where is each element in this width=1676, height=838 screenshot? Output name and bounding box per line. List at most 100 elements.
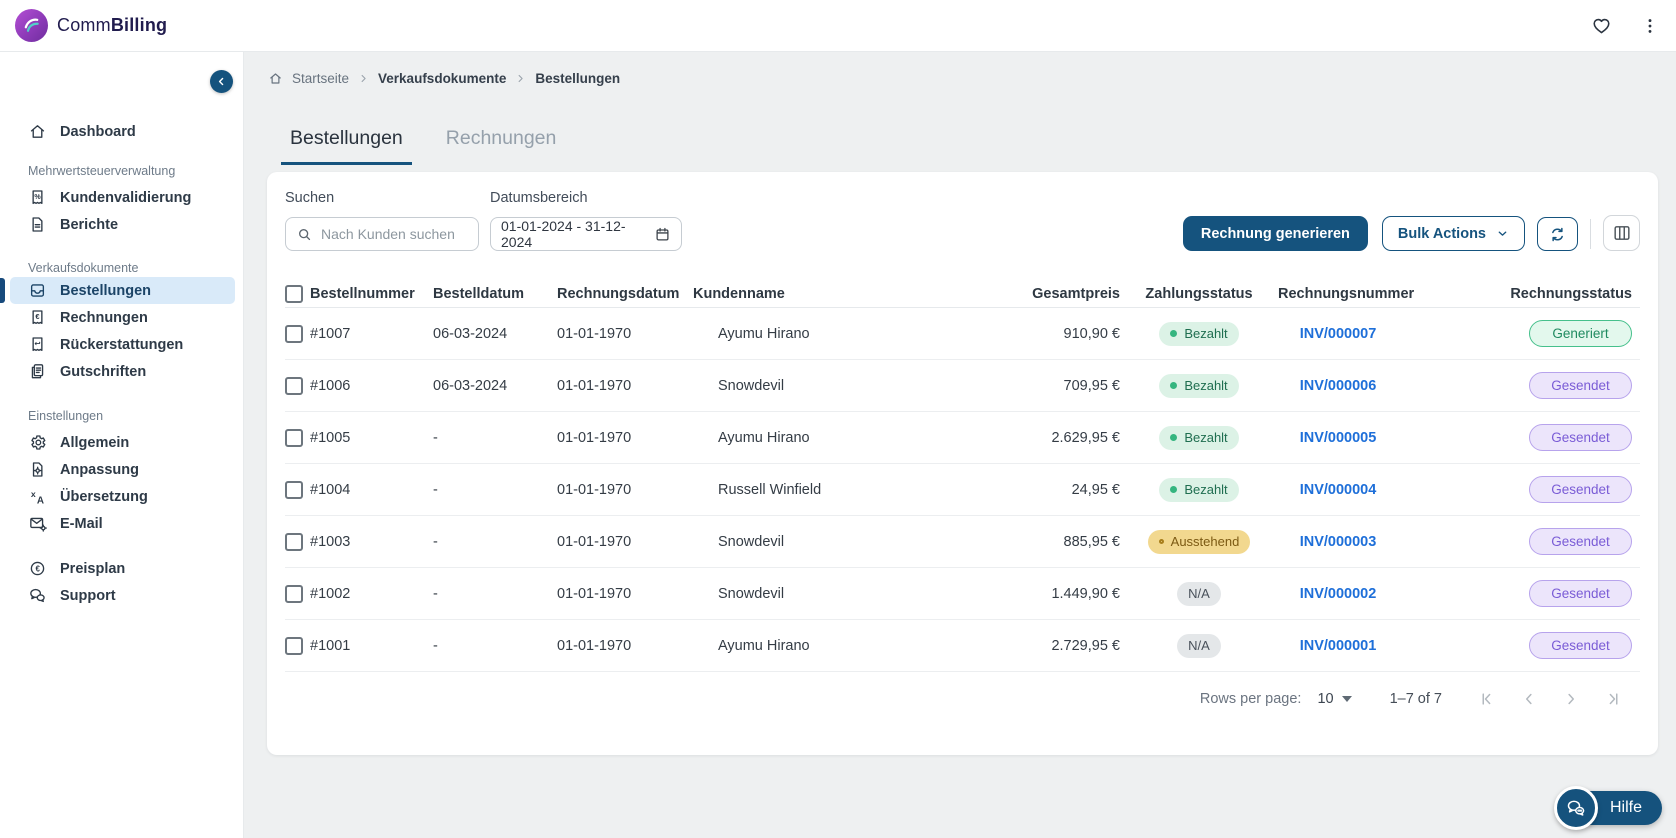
search-input[interactable] <box>321 226 468 242</box>
refresh-button[interactable] <box>1537 217 1578 251</box>
receipt-refund-icon: ↩ <box>28 335 47 354</box>
invoice-link[interactable]: INV/000005 <box>1300 430 1377 446</box>
last-page-button[interactable] <box>1604 690 1622 708</box>
sidebar-item-anpassung[interactable]: Anpassung <box>0 456 243 483</box>
invoice-status-badge: Generiert <box>1529 320 1632 347</box>
column-header: Bestellnummer <box>310 286 415 302</box>
calendar-icon <box>654 226 671 243</box>
sidebar-item-label: Dashboard <box>60 123 136 140</box>
invoice-number-cell: INV/000005 <box>1278 430 1398 446</box>
filter-toolbar: Suchen Datumsbereich 01-01-2024 - 31-12-… <box>267 172 1658 251</box>
payment-status-badge: Bezahlt <box>1159 425 1239 450</box>
overflow-menu-button[interactable] <box>1638 14 1662 38</box>
tab-rechnungen[interactable]: Rechnungen <box>437 127 566 165</box>
help-label: Hilfe <box>1609 799 1642 816</box>
invoice-link[interactable]: INV/000001 <box>1300 638 1377 654</box>
total-price-cell: 885,95 € <box>1063 533 1120 550</box>
invoice-date-cell: 01-01-1970 <box>557 429 632 446</box>
table-row: #1007 06-03-2024 01-01-1970 Ayumu Hirano 910… <box>285 308 1640 360</box>
invoice-number-cell: INV/000002 <box>1278 586 1398 602</box>
payment-status-cell: N/A <box>1120 633 1278 658</box>
invoice-link[interactable]: INV/000004 <box>1300 482 1377 498</box>
sidebar-item-berichte[interactable]: Berichte <box>0 211 243 238</box>
tab-bestellungen[interactable]: Bestellungen <box>281 127 412 165</box>
invoice-link[interactable]: INV/000003 <box>1300 534 1377 550</box>
help-button[interactable]: Hilfe <box>1554 786 1662 830</box>
total-price-cell: 2.729,95 € <box>1051 637 1120 654</box>
generate-invoice-button[interactable]: Rechnung generieren <box>1182 216 1368 251</box>
date-range-field[interactable]: 01-01-2024 - 31-12-2024 <box>490 217 682 251</box>
row-checkbox[interactable] <box>285 480 303 499</box>
bulk-actions-button[interactable]: Bulk Actions <box>1381 216 1525 251</box>
sidebar-item-bestellungen[interactable]: Bestellungen <box>0 277 235 304</box>
row-checkbox[interactable] <box>285 324 303 343</box>
invoice-date-cell: 01-01-1970 <box>557 637 632 654</box>
invoice-status-cell: Gesendet <box>1398 528 1640 555</box>
invoice-status-badge: Gesendet <box>1529 580 1632 607</box>
previous-page-button[interactable] <box>1520 690 1538 708</box>
invoice-date-cell: 01-01-1970 <box>557 325 632 342</box>
sidebar-item-gutschriften[interactable]: Gutschriften <box>0 358 243 385</box>
customer-name-cell: Ayumu Hirano <box>718 637 810 654</box>
column-settings-button[interactable] <box>1603 215 1640 251</box>
invoice-status-badge: Gesendet <box>1529 476 1632 503</box>
doc-gear-icon <box>28 460 47 479</box>
sidebar-item-e-mail[interactable]: E-Mail <box>0 510 243 537</box>
column-header: Rechnungsdatum <box>557 286 680 302</box>
sidebar-collapse-button[interactable] <box>210 70 233 93</box>
date-range-value: 01-01-2024 - 31-12-2024 <box>501 218 626 250</box>
sidebar-item--bersetzung[interactable]: x A Übersetzung <box>0 483 243 510</box>
orders-table: Bestellnummer Bestelldatum Rechnungsdatum K… <box>267 251 1658 725</box>
next-page-button[interactable] <box>1562 690 1580 708</box>
invoice-status-badge: Gesendet <box>1529 632 1632 659</box>
breadcrumb-item[interactable]: Startseite <box>292 71 349 86</box>
sidebar-section-label: Einstellungen <box>28 409 104 423</box>
table-row: #1006 06-03-2024 01-01-1970 Snowdevil 709,95… <box>285 360 1640 412</box>
copy-note-icon <box>28 362 47 381</box>
sidebar-item-label: Berichte <box>60 216 119 233</box>
caret-down-icon <box>1341 695 1352 702</box>
sidebar-item-kundenvalidierung[interactable]: % Kundenvalidierung <box>0 184 243 211</box>
invoice-link[interactable]: INV/000006 <box>1300 378 1377 394</box>
favorites-button[interactable] <box>1589 13 1614 38</box>
order-number-cell: #1006 <box>310 377 351 394</box>
invoice-link[interactable]: INV/000002 <box>1300 586 1377 602</box>
euro-circle-icon: € <box>28 559 47 578</box>
total-price-cell: 709,95 € <box>1063 377 1120 394</box>
row-checkbox[interactable] <box>285 376 303 395</box>
sidebar-item-r-ckerstattungen[interactable]: ↩ Rückerstattungen <box>0 331 243 358</box>
order-number-cell: #1002 <box>310 585 351 602</box>
column-header: Rechnungsnummer <box>1278 286 1415 302</box>
row-checkbox[interactable] <box>285 428 303 447</box>
column-header: Gesamtpreis <box>1032 286 1120 302</box>
row-checkbox[interactable] <box>285 636 303 655</box>
payment-status-badge: Bezahlt <box>1159 321 1239 346</box>
chevron-left-icon <box>215 75 228 88</box>
column-header: Rechnungsstatus <box>1510 286 1632 302</box>
invoice-number-cell: INV/000001 <box>1278 638 1398 654</box>
first-page-button[interactable] <box>1478 690 1496 708</box>
refresh-icon <box>1548 225 1567 244</box>
sidebar-item-preisplan[interactable]: € Preisplan <box>0 555 243 582</box>
sidebar-item-rechnungen[interactable]: € Rechnungen <box>0 304 243 331</box>
sidebar-item-dashboard[interactable]: Dashboard <box>0 118 243 145</box>
sidebar-item-allgemein[interactable]: Allgemein <box>0 429 243 456</box>
invoice-link[interactable]: INV/000007 <box>1300 326 1377 342</box>
app-logo[interactable]: CommBilling <box>15 9 167 42</box>
breadcrumb-item[interactable]: Verkaufsdokumente <box>378 71 506 86</box>
invoice-status-cell: Gesendet <box>1398 372 1640 399</box>
customer-search-field[interactable] <box>285 217 479 251</box>
select-all-checkbox[interactable] <box>285 285 303 303</box>
row-checkbox[interactable] <box>285 532 303 551</box>
invoice-number-cell: INV/000006 <box>1278 378 1398 394</box>
document-icon <box>28 215 47 234</box>
column-header: Bestelldatum <box>433 286 525 302</box>
sidebar-item-support[interactable]: Support <box>0 582 243 609</box>
rows-per-page-select[interactable]: 10 <box>1317 691 1352 707</box>
row-checkbox[interactable] <box>285 584 303 603</box>
rows-per-page-label: Rows per page: <box>1199 690 1302 707</box>
search-icon <box>296 226 313 243</box>
table-body: #1007 06-03-2024 01-01-1970 Ayumu Hirano 910… <box>285 308 1640 672</box>
breadcrumb-item[interactable]: Bestellungen <box>535 71 620 86</box>
payment-status-cell: N/A <box>1120 581 1278 606</box>
